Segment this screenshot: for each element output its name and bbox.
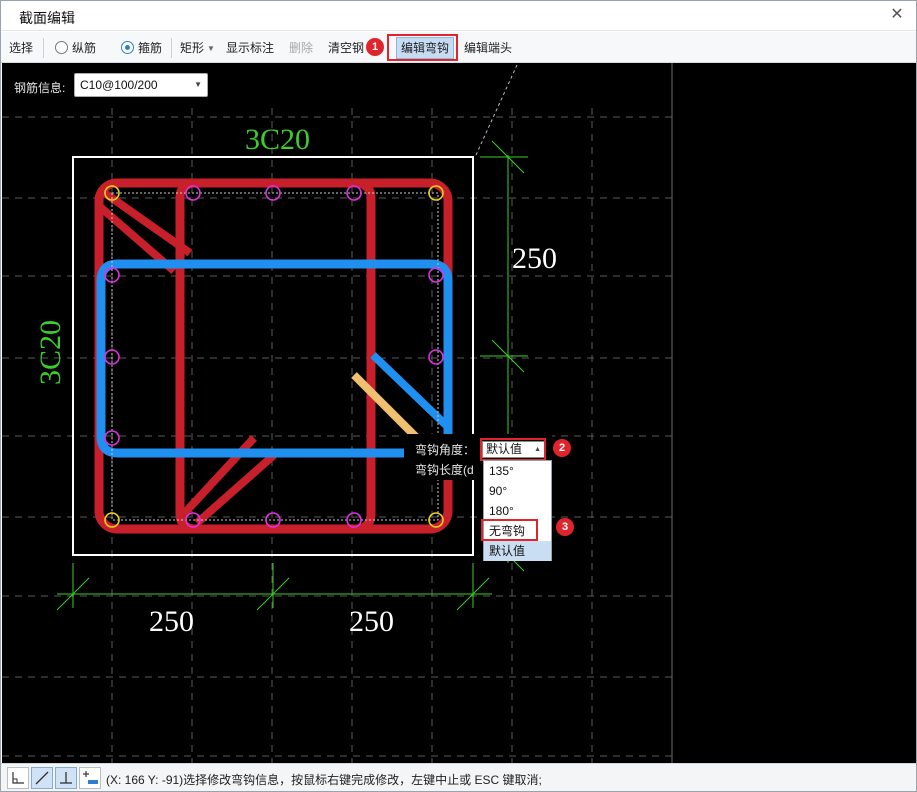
leader-line (475, 64, 518, 156)
select-button[interactable]: 选择 (9, 38, 33, 58)
option-90[interactable]: 90° (484, 481, 551, 501)
clear-rebar-button[interactable]: 清空钢 (328, 38, 364, 58)
hook-length-label: 弯钩长度(d (415, 463, 474, 477)
rebar-info-value: C10@100/200 (80, 78, 158, 92)
angle-icon (12, 772, 24, 784)
status-bar: (X: 166 Y: -91)选择修改弯钩信息，按鼠标右键完成修改，左键中止或 … (1, 763, 916, 791)
inner-stirrup[interactable] (175, 178, 376, 534)
stirrup-radio[interactable]: 箍筋 (121, 38, 162, 58)
dim-bottom-right-label: 250 (349, 605, 394, 638)
option-180[interactable]: 180° (484, 501, 551, 521)
radio-unchecked-icon (55, 41, 68, 54)
perpendicular-button[interactable] (55, 767, 77, 789)
hook-angle-dropdown-list: 135° 90° 180° 无弯钩 默认值 (483, 460, 552, 561)
red-stirrups (94, 178, 453, 534)
title-bar: 截面编辑 ✕ (1, 1, 916, 31)
rebars (104, 185, 444, 528)
step-badge-3: 3 (556, 518, 574, 536)
rebar-info-label: 钢筋信息: (14, 81, 66, 95)
toolbar: 选择 纵筋 箍筋 矩形 ▼ 显示标注 删除 清空钢 编辑弯钩 编辑端头 1 (1, 32, 916, 63)
free-line-button[interactable] (31, 767, 53, 789)
perpendicular-icon (60, 772, 72, 784)
close-icon[interactable]: ✕ (888, 6, 906, 24)
selected-hook-segment[interactable] (351, 372, 423, 444)
rebar-info-select[interactable]: C10@100/200 ▼ (74, 73, 208, 97)
ortho-mode-button[interactable] (7, 767, 29, 789)
toolbar-divider (43, 38, 44, 58)
option-default[interactable]: 默认值 (484, 541, 551, 561)
delete-button[interactable]: 删除 (289, 38, 313, 58)
shape-label: 矩形 (180, 41, 205, 55)
plus-line-icon (83, 771, 98, 784)
left-rebar-label: 3C20 (34, 320, 67, 385)
dim-right-label: 250 (512, 242, 557, 275)
diagonal-line-icon (35, 771, 49, 785)
option-135[interactable]: 135° (484, 461, 551, 481)
highlight-box-hook-angle (480, 438, 546, 461)
chevron-down-icon: ▼ (207, 44, 215, 53)
radio-checked-icon (121, 41, 134, 54)
show-dimensions-button[interactable]: 显示标注 (226, 38, 274, 58)
blue-hook-segment[interactable] (370, 352, 451, 430)
status-message: (X: 166 Y: -91)选择修改弯钩信息，按鼠标右键完成修改，左键中止或 … (106, 773, 542, 787)
window-title: 截面编辑 (19, 10, 75, 26)
top-rebar-label: 3C20 (245, 123, 310, 156)
outer-stirrup[interactable] (94, 178, 453, 534)
highlight-box-no-hook (481, 519, 538, 541)
side-rebar[interactable] (428, 267, 444, 283)
longitudinal-radio[interactable]: 纵筋 (55, 38, 96, 58)
cover-line (111, 192, 439, 521)
hook-angle-label: 弯钩角度： (415, 443, 476, 457)
longitudinal-label: 纵筋 (72, 41, 97, 55)
shape-dropdown[interactable]: 矩形 ▼ (180, 38, 215, 58)
add-dimension-button[interactable] (79, 767, 101, 789)
highlight-box-edit-hook (387, 34, 458, 61)
toolbar-divider (171, 38, 172, 58)
red-hooks (96, 185, 277, 526)
side-rebar[interactable] (428, 349, 444, 365)
step-badge-1: 1 (366, 38, 384, 56)
chevron-down-icon: ▼ (194, 80, 202, 89)
stirrup-label: 箍筋 (138, 41, 163, 55)
edit-end-button[interactable]: 编辑端头 (464, 38, 512, 58)
drawing-canvas[interactable]: 3C20 3C20 250 250 250 钢筋信息: C10@100/200 … (2, 63, 916, 763)
step-badge-2: 2 (553, 439, 571, 457)
section-edit-window: 截面编辑 ✕ 选择 纵筋 箍筋 矩形 ▼ 显示标注 删除 清空钢 编辑弯钩 编辑端… (0, 0, 917, 792)
dim-bottom-left-label: 250 (149, 605, 194, 638)
section-drawing: 3C20 3C20 250 250 250 (2, 63, 673, 763)
